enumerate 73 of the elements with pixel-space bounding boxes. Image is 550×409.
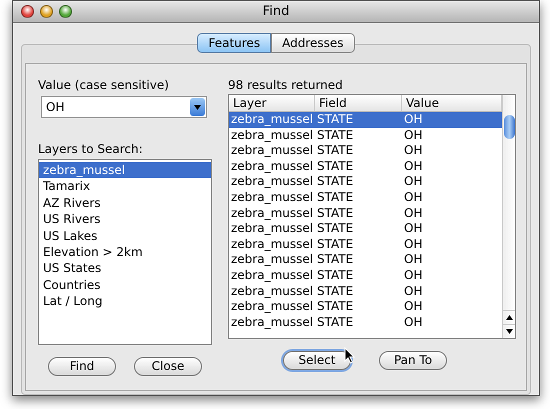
scroll-down-icon[interactable] — [506, 329, 512, 334]
table-cell-text: OH — [403, 158, 424, 174]
table-cell-text: zebra_mussel — [230, 112, 314, 128]
column-header[interactable]: Layer — [229, 95, 315, 111]
close-button[interactable] — [21, 5, 34, 18]
table-cell-text: STATE — [316, 284, 354, 300]
table-cell-text: zebra_mussel — [230, 221, 314, 237]
list-item[interactable]: Countries — [39, 276, 211, 294]
list-item[interactable]: AZ Rivers — [39, 194, 211, 212]
table-row[interactable]: zebra_mussel STATE OH — [229, 112, 502, 128]
table-cell-text: zebra_mussel — [230, 174, 314, 190]
table-cell-text: STATE — [316, 314, 354, 330]
table-cell-text: OH — [403, 268, 424, 284]
table-cell-text: STATE — [316, 221, 354, 237]
list-item[interactable]: US Lakes — [39, 228, 211, 244]
list-item[interactable]: Tamarix — [39, 178, 211, 195]
results-count: 98 results returned — [228, 77, 344, 94]
table-cell-text: zebra_mussel — [230, 299, 314, 315]
minimize-button[interactable] — [40, 5, 53, 18]
table-cell-text: zebra_mussel — [230, 252, 314, 268]
table-cell-text: OH — [403, 206, 424, 222]
tab[interactable]: Features — [197, 33, 272, 53]
zoom-button[interactable] — [59, 5, 72, 18]
table-cell-text: OH — [403, 236, 424, 252]
table-cell-text: STATE — [316, 206, 354, 222]
button[interactable]: Pan To — [379, 351, 447, 370]
table-cell-text: zebra_mussel — [230, 158, 314, 174]
table-cell-text: OH — [403, 314, 424, 330]
table-cell-text: OH — [403, 252, 424, 268]
table-cell-text: OH — [403, 299, 424, 315]
list-item[interactable]: US States — [39, 260, 211, 277]
scroll-thumb[interactable] — [504, 115, 515, 139]
table-cell-text: STATE — [316, 268, 354, 284]
button[interactable]: Find — [48, 357, 116, 376]
table-cell-text: OH — [403, 112, 424, 128]
table-cell-text: STATE — [316, 252, 354, 268]
scrollbar[interactable] — [502, 95, 515, 338]
list-item[interactable]: Elevation > 2km — [39, 244, 211, 260]
table-cell-text: zebra_mussel — [230, 268, 314, 284]
list-item[interactable]: Lat / Long — [39, 293, 211, 310]
scroll-up-icon[interactable] — [506, 315, 512, 320]
table-cell-text: zebra_mussel — [230, 143, 314, 159]
value-combo-box[interactable]: OH — [41, 96, 207, 118]
table-cell-text: zebra_mussel — [230, 236, 314, 252]
table-cell-text: zebra_mussel — [230, 314, 314, 330]
table-cell-text: STATE — [316, 190, 354, 206]
table-cell-text: zebra_mussel — [230, 190, 314, 206]
table-cell-text: zebra_mussel — [230, 206, 314, 222]
table-cell-text: STATE — [316, 236, 354, 252]
table-cell-text: OH — [403, 143, 424, 159]
table-cell-text: STATE — [316, 112, 354, 128]
list-item[interactable]: zebra_mussel — [39, 162, 211, 178]
value-label: Value (case sensitive) — [38, 77, 170, 94]
table-cell-text: STATE — [316, 299, 354, 315]
table-cell-text: zebra_mussel — [230, 284, 314, 300]
button[interactable]: Select — [283, 351, 351, 370]
column-header[interactable]: Field — [315, 95, 402, 111]
layers-label: Layers to Search: — [38, 141, 144, 158]
table-cell-text: OH — [403, 190, 424, 206]
button[interactable]: Close — [134, 357, 202, 376]
table-cell-text: zebra_mussel — [230, 128, 314, 144]
table-cell-text: OH — [403, 221, 424, 237]
table-cell-text: STATE — [316, 128, 354, 144]
table-cell-text: OH — [403, 174, 424, 190]
mouse-pointer-icon — [344, 347, 355, 364]
table-cell-text: STATE — [316, 174, 354, 190]
table-cell-text: STATE — [316, 143, 354, 159]
table-cell-text: STATE — [316, 158, 354, 174]
table-cell-text: OH — [403, 284, 424, 300]
table-cell-text: OH — [403, 128, 424, 144]
window-title: Find — [262, 2, 290, 21]
tab[interactable]: Addresses — [271, 33, 355, 53]
list-item[interactable]: US Rivers — [39, 211, 211, 228]
